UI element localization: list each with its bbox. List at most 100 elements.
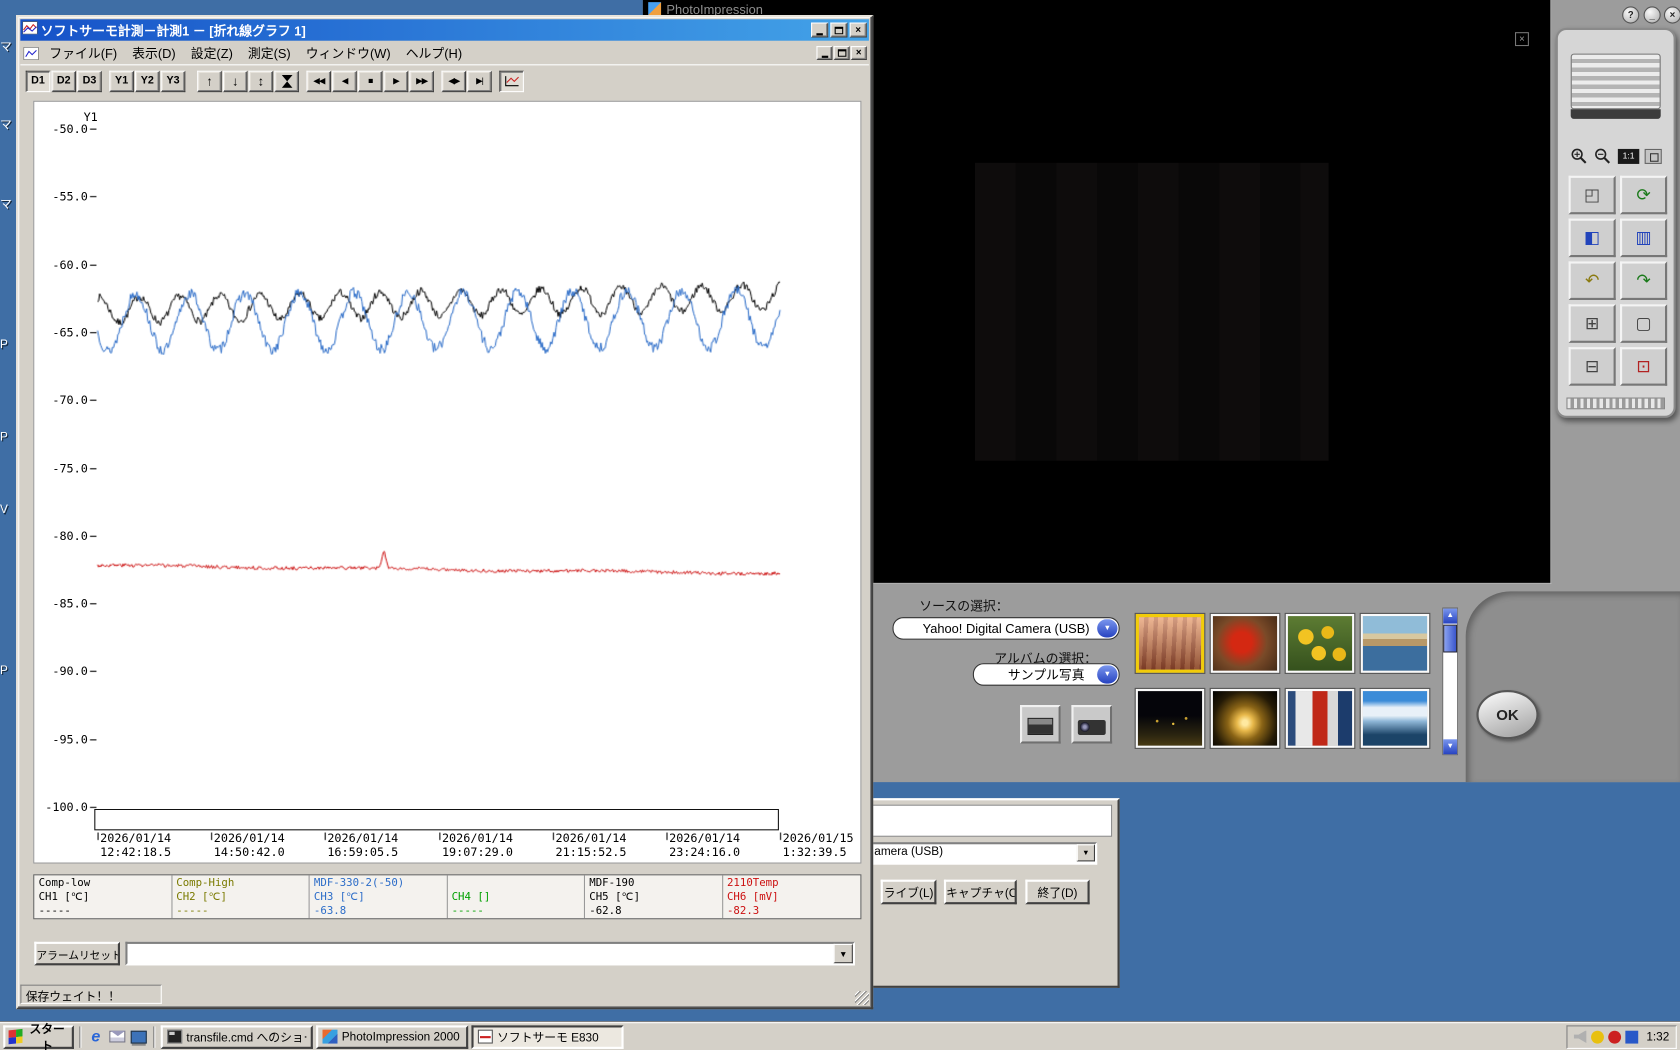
- desktop-icon-label[interactable]: マ: [0, 116, 12, 133]
- thumbnail-ship-red-white[interactable]: [1286, 689, 1355, 748]
- desktop-icon-label[interactable]: P: [0, 431, 8, 444]
- close-button[interactable]: ×: [850, 23, 867, 38]
- x-axis-tick-label: 2026/01/14 21:15:52.5: [556, 831, 627, 859]
- thumbnail-harbor-town[interactable]: [1361, 614, 1430, 673]
- graph-mode-button[interactable]: [499, 70, 524, 91]
- thumbnail-cardinal-bird[interactable]: [1211, 614, 1280, 673]
- desktop-icon-label[interactable]: マ: [0, 195, 12, 212]
- duplicate-button[interactable]: ▥: [1620, 219, 1667, 258]
- dropdown-arrow-icon[interactable]: ▼: [1097, 619, 1117, 637]
- undo-button[interactable]: ↶: [1569, 261, 1616, 300]
- dropdown-arrow-icon[interactable]: ▼: [1097, 665, 1117, 683]
- properties-button[interactable]: ⊡: [1620, 347, 1667, 386]
- stop-button[interactable]: ■: [358, 70, 383, 91]
- desktop-icon-label[interactable]: V: [0, 504, 8, 517]
- maximize-icon: [835, 26, 844, 34]
- task-softthermo[interactable]: ソフトサーモ E830: [471, 1025, 623, 1049]
- menu-view[interactable]: 表示(D): [125, 42, 184, 65]
- rewind-button[interactable]: ◀◀: [306, 70, 331, 91]
- y3-toggle-button[interactable]: Y3: [161, 70, 186, 91]
- d3-toggle-button[interactable]: D3: [77, 70, 102, 91]
- rotate-button[interactable]: ⟳: [1620, 176, 1667, 215]
- menu-window[interactable]: ウィンドウ(W): [298, 42, 398, 65]
- thumbnail-sky-clouds[interactable]: [1361, 689, 1430, 748]
- redo-button[interactable]: ↷: [1620, 261, 1667, 300]
- menu-measure[interactable]: 測定(S): [240, 42, 298, 65]
- menu-help[interactable]: ヘルプ(H): [398, 42, 469, 65]
- alarm-reset-button[interactable]: アラームリセット: [34, 942, 120, 966]
- fit-button[interactable]: ◰: [1569, 176, 1616, 215]
- alarm-history-select[interactable]: ▼: [125, 942, 855, 966]
- d1-toggle-button[interactable]: D1: [26, 70, 51, 91]
- fit-view-icon[interactable]: [1645, 149, 1662, 164]
- task-photoimpression[interactable]: PhotoImpression 2000: [316, 1025, 468, 1049]
- page-button[interactable]: ▢: [1620, 304, 1667, 343]
- minimize-button[interactable]: [811, 23, 828, 38]
- help-button[interactable]: ?: [1622, 6, 1639, 23]
- scrollbar-thumb[interactable]: [1443, 625, 1457, 653]
- quicklaunch-desktop-icon[interactable]: [131, 1030, 147, 1043]
- capture-button[interactable]: キャプチャ(C): [944, 880, 1017, 905]
- d2-toggle-button[interactable]: D2: [51, 70, 76, 91]
- exit-button[interactable]: 終了(D): [1025, 880, 1089, 905]
- child-minimize-button[interactable]: [816, 46, 832, 60]
- desktop-icon-label[interactable]: P: [0, 664, 8, 677]
- expand-range-button[interactable]: ◀▶: [441, 70, 466, 91]
- quicklaunch-ie-icon[interactable]: e: [87, 1028, 105, 1046]
- status-tray-icon-yellow[interactable]: [1591, 1030, 1604, 1043]
- maximize-button[interactable]: [830, 23, 847, 38]
- quicklaunch-mail-icon[interactable]: [109, 1031, 125, 1043]
- step-back-button[interactable]: ◀: [332, 70, 357, 91]
- zoom-in-icon[interactable]: [1571, 147, 1589, 165]
- source-select[interactable]: Yahoo! Digital Camera (USB) ▼: [893, 617, 1120, 640]
- child-restore-button[interactable]: [834, 46, 850, 60]
- album-select[interactable]: サンプル写真 ▼: [973, 663, 1120, 686]
- minimize-button[interactable]: _: [1644, 6, 1661, 23]
- menu-file[interactable]: ファイル(F): [42, 42, 125, 65]
- y2-toggle-button[interactable]: Y2: [135, 70, 160, 91]
- camera-select[interactable]: amera (USB) ▼: [868, 842, 1097, 865]
- go-to-end-button[interactable]: ▶|: [467, 70, 492, 91]
- scale-updown-button[interactable]: ↕: [249, 70, 274, 91]
- thumbnail-city-night[interactable]: [1136, 689, 1205, 748]
- preview-close-icon[interactable]: ×: [1515, 32, 1529, 46]
- dropdown-arrow-icon[interactable]: ▼: [834, 944, 853, 963]
- windows-logo-icon: [9, 1029, 23, 1044]
- channel-value: -----: [176, 904, 308, 918]
- status-tray-icon-blue[interactable]: [1625, 1030, 1638, 1043]
- status-tray-icon-red[interactable]: [1608, 1030, 1621, 1043]
- child-close-button[interactable]: ×: [851, 46, 867, 60]
- thumbnail-gold-fireworks[interactable]: [1211, 689, 1280, 748]
- print-button[interactable]: ⊟: [1569, 347, 1616, 386]
- flip-horizontal-button[interactable]: ◧: [1569, 219, 1616, 258]
- time-range-selector[interactable]: [94, 809, 779, 830]
- copy-button[interactable]: ⊞: [1569, 304, 1616, 343]
- hourglass-button[interactable]: [274, 70, 299, 91]
- step-forward-button[interactable]: ▶: [384, 70, 409, 91]
- clock: 1:32: [1642, 1030, 1669, 1043]
- thumbnail-scrollbar[interactable]: ▲ ▼: [1442, 608, 1458, 756]
- dropdown-arrow-icon[interactable]: ▼: [1077, 844, 1095, 861]
- scroll-up-icon[interactable]: ▲: [1443, 609, 1457, 624]
- thumbnail-yellow-flowers[interactable]: [1286, 614, 1355, 673]
- thermo-titlebar[interactable]: ソフトサーモ計測－計測1 － [折れ線グラフ 1] ×: [20, 19, 869, 40]
- scanner-button[interactable]: [1020, 705, 1061, 744]
- resize-grip[interactable]: [855, 991, 869, 1005]
- desktop-icon-label[interactable]: マ: [0, 38, 12, 55]
- live-button[interactable]: ライブ(L): [881, 880, 937, 905]
- volume-tray-icon[interactable]: [1573, 1030, 1586, 1043]
- zoom-out-icon[interactable]: [1594, 147, 1612, 165]
- scroll-down-button[interactable]: ↓: [223, 70, 248, 91]
- y1-toggle-button[interactable]: Y1: [109, 70, 134, 91]
- close-button[interactable]: ×: [1664, 6, 1680, 23]
- desktop-icon-label[interactable]: P: [0, 339, 8, 352]
- task-transfile[interactable]: transfile.cmd へのショート...: [161, 1025, 313, 1049]
- scroll-down-icon[interactable]: ▼: [1443, 739, 1457, 754]
- menu-settings[interactable]: 設定(Z): [183, 42, 240, 65]
- thumbnail-rock-spires[interactable]: [1136, 614, 1205, 673]
- fast-forward-button[interactable]: ▶▶: [409, 70, 434, 91]
- ok-button[interactable]: OK: [1476, 690, 1538, 739]
- start-button[interactable]: スタート: [3, 1025, 74, 1049]
- scroll-up-button[interactable]: ↑: [197, 70, 222, 91]
- camcorder-button[interactable]: [1071, 705, 1112, 744]
